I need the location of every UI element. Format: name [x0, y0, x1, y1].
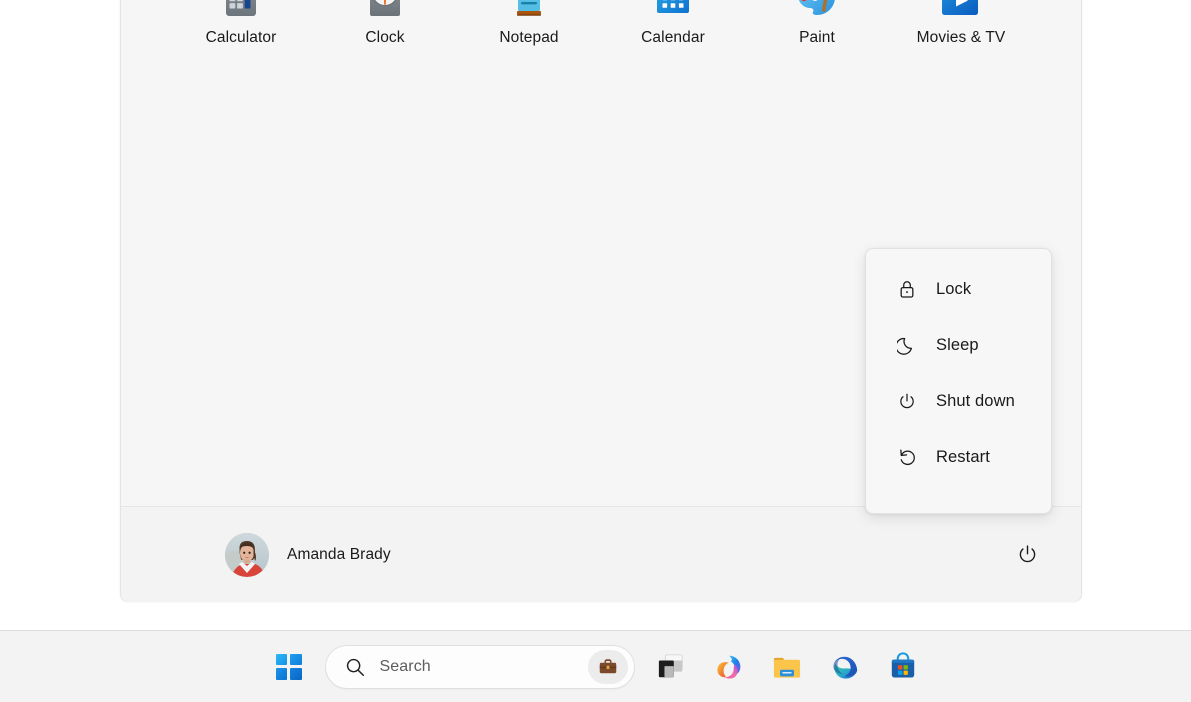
calendar-icon [649, 0, 697, 21]
app-label: Clock [365, 29, 405, 46]
movies-tv-icon [937, 0, 985, 21]
microsoft-store-icon [889, 652, 917, 681]
paint-icon [793, 0, 841, 21]
microsoft-store-button[interactable] [881, 645, 925, 689]
copilot-button[interactable] [707, 645, 751, 689]
power-option-shut-down[interactable]: Shut down [872, 373, 1045, 429]
app-tile-calendar[interactable]: Calendar [601, 0, 745, 67]
search-placeholder: Search [379, 657, 431, 675]
briefcase-icon[interactable] [587, 649, 628, 684]
user-avatar-photo [225, 532, 269, 577]
desktop-screen: Calculator Clock Notepad Calendar Paint … [0, 0, 1191, 702]
power-icon [896, 390, 918, 412]
file-explorer-button[interactable] [765, 645, 809, 689]
pinned-apps-row: Calculator Clock Notepad Calendar Paint … [169, 0, 1033, 67]
power-option-label: Sleep [936, 335, 979, 354]
power-option-restart[interactable]: Restart [872, 429, 1045, 485]
calculator-icon [217, 0, 265, 21]
power-option-label: Lock [936, 279, 972, 298]
taskbar-buttons: Search [267, 644, 925, 689]
search-input[interactable]: Search [324, 644, 635, 689]
taskbar: Search [0, 630, 1191, 702]
account-name-label: Amanda Brady [287, 545, 391, 563]
restart-icon [896, 446, 918, 468]
copilot-icon [714, 652, 744, 682]
lock-icon [896, 278, 918, 300]
app-tile-paint[interactable]: Paint [745, 0, 889, 67]
task-view-icon [656, 653, 686, 681]
power-option-lock[interactable]: Lock [872, 261, 1045, 317]
start-button[interactable] [267, 645, 311, 689]
app-tile-movies-tv[interactable]: Movies & TV [889, 0, 1033, 67]
power-option-sleep[interactable]: Sleep [872, 317, 1045, 373]
windows-logo-icon [275, 653, 302, 680]
power-options-flyout: Lock Sleep Shut down Restart [865, 248, 1052, 514]
app-label: Calendar [641, 29, 705, 46]
edge-icon [830, 652, 860, 682]
user-account-button[interactable]: Amanda Brady [219, 527, 403, 583]
power-icon[interactable] [1005, 533, 1049, 577]
power-option-label: Restart [936, 447, 990, 466]
app-label: Notepad [499, 29, 559, 46]
clock-icon [361, 0, 409, 21]
app-tile-notepad[interactable]: Notepad [457, 0, 601, 67]
task-view-button[interactable] [649, 645, 693, 689]
power-option-label: Shut down [936, 391, 1015, 410]
app-label: Paint [799, 29, 835, 46]
app-tile-clock[interactable]: Clock [313, 0, 457, 67]
app-label: Movies & TV [916, 29, 1006, 46]
moon-icon [896, 334, 918, 356]
app-tile-calculator[interactable]: Calculator [169, 0, 313, 67]
start-menu-footer: Amanda Brady [121, 507, 1081, 602]
edge-button[interactable] [823, 645, 867, 689]
app-label: Calculator [205, 29, 277, 46]
search-icon [344, 656, 366, 678]
file-explorer-icon [772, 653, 802, 681]
notepad-icon [505, 0, 553, 21]
